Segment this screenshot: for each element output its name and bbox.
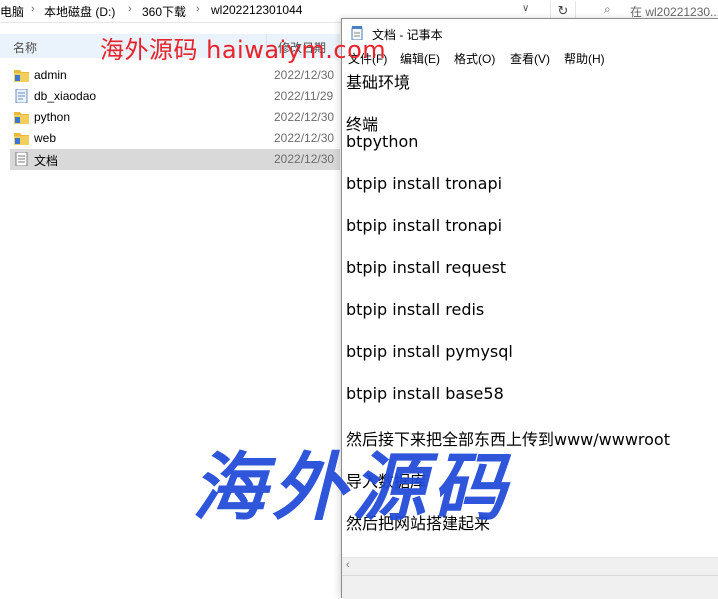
text-file-icon xyxy=(15,152,28,166)
search-icon: ⌕ xyxy=(604,2,611,16)
text-line: btpip install base58 xyxy=(346,384,504,403)
text-line: btpip install redis xyxy=(346,300,485,319)
column-name-header[interactable]: 名称 xyxy=(13,39,37,56)
file-row-wendang[interactable]: 文档 2022/12/30 xyxy=(10,149,340,170)
status-bar xyxy=(342,575,718,599)
file-name: admin xyxy=(34,68,67,82)
file-name: db_xiaodao xyxy=(34,89,97,103)
watermark-logo: 海外源码 xyxy=(192,445,512,531)
file-row-db-xiaodao[interactable]: db_xiaodao 2022/11/29 xyxy=(10,86,340,107)
chevron-right-icon[interactable]: › xyxy=(196,3,200,15)
chevron-down-icon[interactable]: ∨ xyxy=(522,3,529,14)
chevron-right-icon[interactable]: › xyxy=(31,3,35,15)
refresh-icon: ↻ xyxy=(557,3,569,18)
file-date: 2022/12/30 xyxy=(274,152,335,166)
file-name: 文档 xyxy=(34,154,59,168)
menu-edit[interactable]: 编辑(E) xyxy=(400,50,440,67)
text-line: btpip install request xyxy=(346,258,507,277)
text-line: btpip install tronapi xyxy=(346,174,503,193)
menu-help[interactable]: 帮助(H) xyxy=(564,50,605,67)
folder-icon xyxy=(14,112,29,124)
chevron-right-icon[interactable]: › xyxy=(128,3,132,15)
folder-icon xyxy=(14,133,29,145)
scroll-left-arrow-icon[interactable]: ‹ xyxy=(346,559,350,571)
breadcrumb-this-pc[interactable]: 电脑 xyxy=(0,3,24,20)
sql-file-icon xyxy=(15,89,28,103)
file-row-admin[interactable]: admin 2022/12/30 xyxy=(10,65,340,86)
file-date: 2022/12/30 xyxy=(274,110,335,124)
file-date: 2022/12/30 xyxy=(274,131,335,145)
notepad-menubar: 文件(F) 编辑(E) 格式(O) 查看(V) 帮助(H) xyxy=(342,47,718,67)
file-row-python[interactable]: python 2022/12/30 xyxy=(10,107,340,128)
file-name: python xyxy=(34,110,71,124)
breadcrumb-current-folder[interactable]: wl202212301044 xyxy=(211,3,302,17)
file-date: 2022/11/29 xyxy=(274,89,334,103)
text-line: 基础环境 xyxy=(346,73,411,92)
horizontal-scrollbar[interactable]: ‹ xyxy=(342,557,718,575)
text-line: btpip install tronapi xyxy=(346,216,503,235)
watermark-text: 海外源码 haiwaiym.com xyxy=(100,36,387,64)
text-line: btpip install pymysql xyxy=(346,342,513,361)
file-name: web xyxy=(34,131,57,145)
notepad-titlebar[interactable]: 文档 - 记事本 xyxy=(342,19,718,47)
file-row-web[interactable]: web 2022/12/30 xyxy=(10,128,340,149)
breadcrumb-drive-d[interactable]: 本地磁盘 (D:) xyxy=(44,3,115,20)
menu-view[interactable]: 查看(V) xyxy=(510,50,550,67)
text-line: btpython xyxy=(346,132,419,151)
breadcrumb-360-download[interactable]: 360下载 xyxy=(142,3,186,20)
folder-icon xyxy=(14,70,29,82)
file-date: 2022/12/30 xyxy=(274,68,335,82)
menu-format[interactable]: 格式(O) xyxy=(454,50,495,67)
